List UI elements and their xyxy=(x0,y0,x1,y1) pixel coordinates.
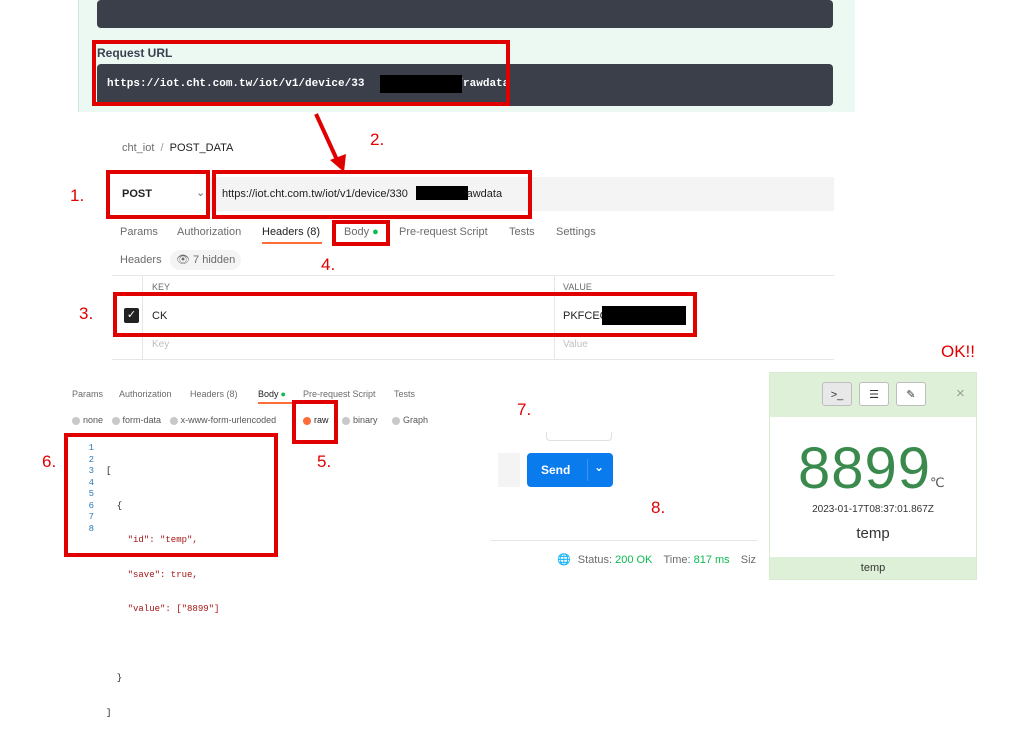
highlight-url xyxy=(212,170,532,219)
tab-tests[interactable]: Tests xyxy=(509,226,535,238)
arrow-icon xyxy=(314,113,346,172)
step-label-5: 5. xyxy=(317,452,332,471)
eye-icon: 👁 xyxy=(176,254,190,266)
response-time: 817 ms xyxy=(693,554,730,566)
body-mode-options: none form-data x-www-form-urlencoded xyxy=(72,415,276,425)
highlight-raw-mode xyxy=(292,400,338,444)
active-tab-underline xyxy=(258,402,292,404)
close-icon[interactable]: × xyxy=(956,385,965,402)
step-label-7: 7. xyxy=(517,400,532,419)
ok-label: OK!! xyxy=(941,342,976,361)
table-divider xyxy=(112,275,834,276)
breadcrumb: cht_iot / POST_DATA xyxy=(122,142,234,154)
tab-headers[interactable]: Headers (8) xyxy=(262,226,320,238)
table-divider xyxy=(112,359,834,360)
column-value-header: VALUE xyxy=(563,282,592,292)
tab-params[interactable]: Params xyxy=(120,226,158,238)
previous-element-fragment xyxy=(546,432,612,441)
active-tab-underline xyxy=(262,242,322,244)
highlight-body-tab xyxy=(332,220,390,246)
hidden-headers-toggle[interactable]: 👁 7 hidden xyxy=(170,250,242,270)
step-label-2: 2. xyxy=(370,130,385,149)
tab-pre-request-script[interactable]: Pre-request Script xyxy=(399,226,488,238)
sensor-name: temp xyxy=(856,525,890,542)
tab-settings[interactable]: Settings xyxy=(556,226,596,238)
new-key-input[interactable]: Key xyxy=(152,339,169,350)
terminal-icon[interactable]: >_ xyxy=(822,382,852,406)
edit-icon[interactable]: ✎ xyxy=(896,382,926,406)
response-status-bar: 🌐 Status: 200 OK Time: 817 ms Siz xyxy=(557,554,757,566)
mode-binary[interactable]: binary xyxy=(342,415,378,425)
breadcrumb-collection[interactable]: cht_iot xyxy=(122,142,154,154)
mode-graphql[interactable]: Graph xyxy=(392,415,428,425)
body-dot-icon: ● xyxy=(280,389,286,399)
mode-form-data[interactable]: form-data xyxy=(111,415,161,425)
step-label-1: 1. xyxy=(70,186,85,205)
breadcrumb-request-name[interactable]: POST_DATA xyxy=(170,142,234,154)
tab-pre-request-script-2[interactable]: Pre-request Script xyxy=(303,389,376,399)
column-key-header: KEY xyxy=(152,282,171,292)
headers-label: Headers xyxy=(120,254,162,266)
status-code: 200 OK xyxy=(615,554,653,566)
highlight-request-url xyxy=(92,40,510,106)
sensor-widget: >_ ☰ ✎ × 8899 ℃ 2023-01-17T08:37:01.867Z… xyxy=(769,372,977,580)
new-value-input[interactable]: Value xyxy=(563,339,588,350)
status-divider xyxy=(490,540,758,541)
tab-authorization[interactable]: Authorization xyxy=(177,226,241,238)
chevron-down-icon[interactable]: ⌄ xyxy=(594,460,604,474)
send-button[interactable]: Send ⌄ xyxy=(527,453,613,487)
tab-headers-2[interactable]: Headers (8) xyxy=(190,389,238,399)
step-label-8: 8. xyxy=(651,498,666,517)
highlight-ck-header xyxy=(113,292,697,337)
tab-tests-2[interactable]: Tests xyxy=(394,389,415,399)
tab-params-2[interactable]: Params xyxy=(72,389,103,399)
sensor-timestamp: 2023-01-17T08:37:01.867Z xyxy=(812,504,934,515)
highlight-method xyxy=(106,170,210,219)
mode-urlencoded[interactable]: x-www-form-urlencoded xyxy=(169,415,276,425)
step-label-4: 4. xyxy=(321,255,336,274)
tab-authorization-2[interactable]: Authorization xyxy=(119,389,172,399)
url-bar-end xyxy=(498,453,520,487)
sensor-unit: ℃ xyxy=(930,475,945,490)
tab-body-2[interactable]: Body ● xyxy=(258,389,286,399)
step-label-3: 3. xyxy=(79,304,94,323)
database-icon[interactable]: ☰ xyxy=(859,382,889,406)
mode-none[interactable]: none xyxy=(72,415,103,425)
widget-footer: temp xyxy=(770,557,976,579)
swagger-code-block-top xyxy=(97,0,833,28)
globe-icon: 🌐 xyxy=(557,554,571,566)
step-label-6: 6. xyxy=(42,452,57,471)
sensor-value: 8899 xyxy=(798,436,932,501)
highlight-json-body xyxy=(64,433,278,557)
